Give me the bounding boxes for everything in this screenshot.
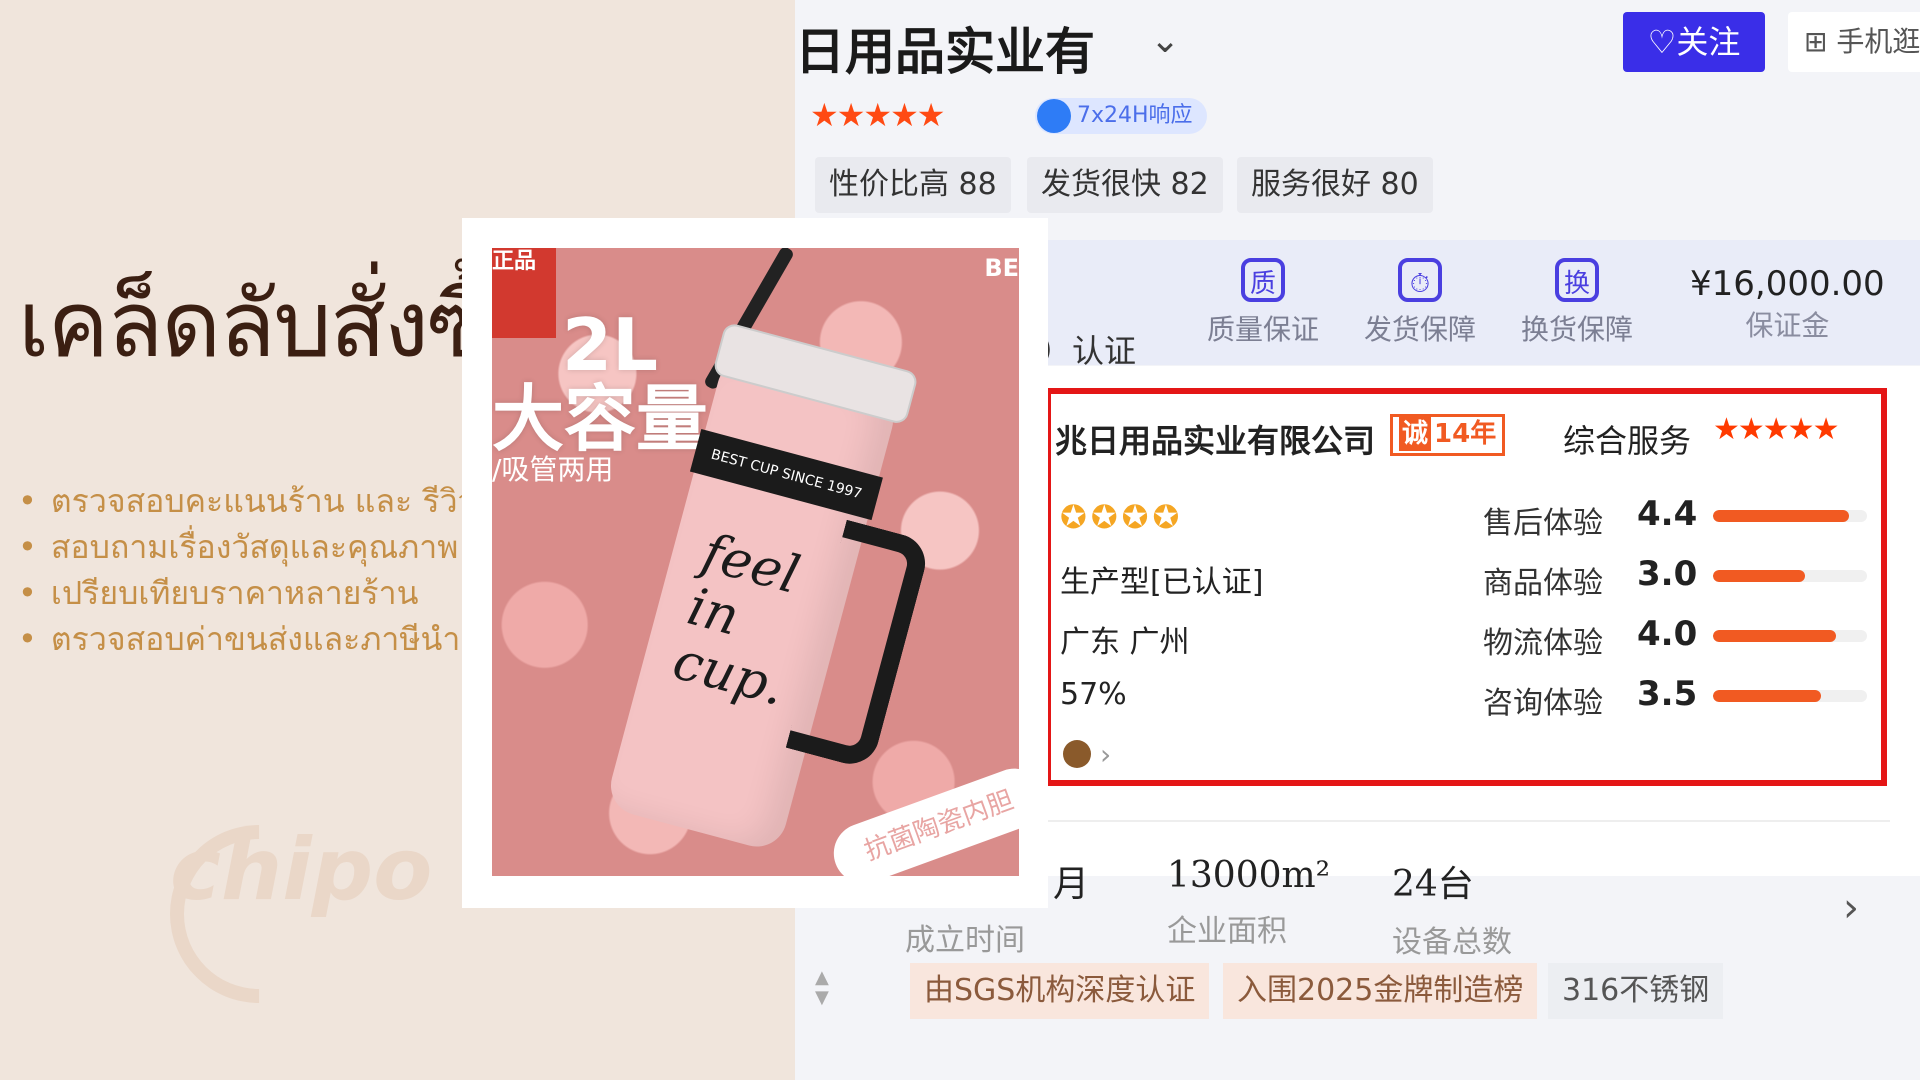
deposit: ¥16,000.00 保证金 [1690, 264, 1885, 344]
response-badge: 7x24H响应 [1035, 98, 1207, 134]
tips-list: ตรวจสอบคะแนนร้าน และ รีวิว สอบถามเรื่องว… [18, 478, 511, 662]
qr-icon: ⊞ [1804, 25, 1837, 58]
certification-tag: 由SGS机构深度认证 [910, 963, 1210, 1019]
quality-icon: 质 [1241, 258, 1285, 302]
stat-value: 13000m² [1167, 855, 1331, 896]
exchange-icon: 换 [1555, 258, 1599, 302]
chevron-right-icon[interactable]: › [1100, 738, 1111, 771]
product-headline: 2L 大容量 [492, 308, 708, 456]
cup-band-text: BEST CUP SINCE 1997 [689, 428, 883, 521]
guarantee-label: 质量保证 [1206, 313, 1319, 346]
cup-lid [711, 321, 920, 426]
stat-label: 设备总数 [1392, 925, 1512, 960]
product-image: 正品 2L 大容量 /吸管两用 BE BEST CUP SINCE 1997 fe… [492, 248, 1019, 876]
rating-bar [1713, 630, 1867, 642]
rating-value: 3.5 [1637, 674, 1698, 714]
exchange-guarantee[interactable]: 换换货保障 [1512, 258, 1642, 348]
response-label: 7x24H响应 [1077, 103, 1193, 128]
heart-icon: ♡ [1647, 23, 1677, 61]
rating-bar [1713, 510, 1867, 522]
rating-label: 商品体验 [1483, 566, 1603, 601]
rating-label: 物流体验 [1483, 626, 1603, 661]
stat-equipment: 24台设备总数 [1392, 855, 1512, 961]
store-name: 日用品实业有 [795, 23, 1095, 81]
stat-label: 成立时间 [905, 923, 1025, 958]
product-banner: 抗菌陶瓷内胆 [825, 760, 1019, 876]
material-tag: 316不锈钢 [1548, 963, 1724, 1019]
rating-value: 3.0 [1637, 554, 1698, 594]
product-headline-2: 大容量 [492, 377, 709, 461]
tip-item: ตรวจสอบค่าขนส่งและภาษีนำเข้า [18, 616, 511, 662]
medal-icon[interactable] [1063, 740, 1091, 768]
business-type: 生产型[已认证] [1060, 565, 1264, 600]
service-stars: ★★★★★ [1713, 412, 1839, 447]
award-tag: 入围2025金牌制造榜 [1223, 963, 1538, 1019]
tip-item: สอบถามเรื่องวัสดุและคุณภาพ [18, 524, 511, 570]
rating-label: 售后体验 [1483, 506, 1603, 541]
tip-item: เปรียบเทียบราคาหลายร้าน [18, 570, 511, 616]
chevron-right-icon[interactable]: › [1843, 885, 1859, 931]
service-label: 综合服务 [1563, 422, 1692, 460]
years-label: 14年 [1434, 419, 1497, 449]
mobile-view-button[interactable]: ⊞ 手机逛 [1788, 12, 1920, 72]
years-badge: 诚 14年 [1390, 414, 1506, 456]
rating-bar [1713, 690, 1867, 702]
store-rating-stars: ★★★★★ [810, 96, 945, 134]
divider [1045, 820, 1890, 822]
rating-value: 4.4 [1637, 494, 1698, 534]
follow-button[interactable]: ♡关注 [1623, 12, 1765, 72]
rating-value: 4.0 [1637, 614, 1698, 654]
company-name[interactable]: 兆日用品实业有限公司 [1055, 416, 1375, 462]
stat-value: 月 [1053, 864, 1090, 905]
years-badge-char: 诚 [1399, 417, 1432, 451]
stat-area: 13000m² 企业面积 [1167, 855, 1330, 950]
stat-established-label: 成立时间 [905, 905, 1025, 959]
rating-bar-fill [1713, 630, 1837, 642]
rating-tag: 发货很快 82 [1027, 157, 1223, 213]
tip-item: ตรวจสอบคะแนนร้าน และ รีวิว [18, 478, 511, 524]
chat-icon [1037, 99, 1071, 133]
product-subline: /吸管两用 [492, 453, 614, 486]
mobile-label: 手机逛 [1836, 25, 1920, 58]
stat-label: 企业面积 [1167, 914, 1287, 949]
rating-bar-fill [1713, 690, 1821, 702]
deposit-amount: ¥16,000.00 [1690, 264, 1885, 304]
follow-label: 关注 [1676, 23, 1741, 61]
quality-guarantee[interactable]: 质质量保证 [1198, 258, 1328, 348]
location: 广东 广州 [1060, 625, 1190, 660]
crown-level-icons: ✪✪✪✪ [1060, 498, 1184, 536]
rating-tag: 服务很好 80 [1237, 157, 1433, 213]
clock-icon: ⏱ [1398, 258, 1442, 302]
deposit-label: 保证金 [1745, 309, 1830, 342]
chevron-down-icon[interactable]: ⌄ [1150, 20, 1180, 61]
rating-tag: 性价比高 88 [815, 157, 1011, 213]
rating-bar-fill [1713, 570, 1806, 582]
percent-value: 57% [1060, 677, 1127, 712]
product-brand-corner: BE [984, 254, 1019, 282]
stat-value: 24台 [1392, 864, 1474, 905]
product-headline-1: 2L [562, 303, 658, 387]
sort-arrows-icon[interactable]: ▲ ▼ [815, 968, 829, 1008]
rating-bar-fill [1713, 510, 1849, 522]
shipping-guarantee[interactable]: ⏱ 发货保障 [1355, 258, 1485, 348]
stat-established: 月 [1053, 855, 1089, 907]
rating-label: 咨询体验 [1483, 686, 1603, 721]
watermark-logo: chipo [170, 820, 433, 920]
guarantee-label: 换货保障 [1520, 313, 1633, 346]
rating-bar [1713, 570, 1867, 582]
guarantee-label: 发货保障 [1363, 313, 1476, 346]
